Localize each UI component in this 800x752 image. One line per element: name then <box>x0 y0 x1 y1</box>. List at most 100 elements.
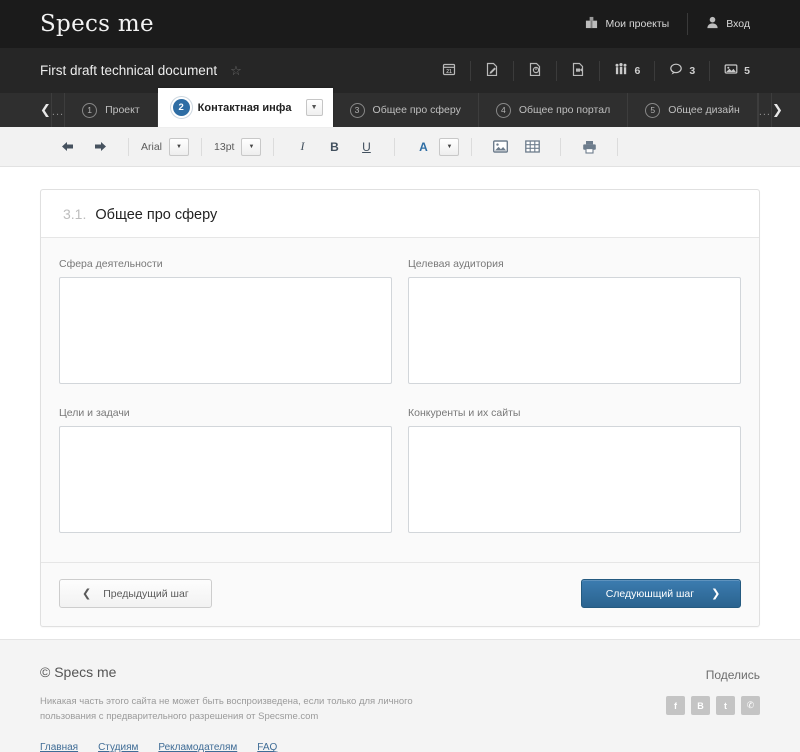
field-sphere-of-activity: Сфера деятельности <box>59 258 392 389</box>
tabs-prev-arrow[interactable]: ❮ <box>40 93 52 127</box>
form-row-1: Сфера деятельности Целевая аудитория <box>59 258 741 407</box>
comment-count-button[interactable]: 3 <box>654 60 709 81</box>
insert-image-icon[interactable] <box>489 136 511 158</box>
people-icon <box>614 62 628 79</box>
footer-share: Поделись f B t ✆ <box>666 664 760 752</box>
document-title: First draft technical document <box>40 63 218 78</box>
calendar-icon: 21 <box>442 62 456 79</box>
tabs-ellipsis-right[interactable]: ... <box>757 93 771 127</box>
next-step-button[interactable]: Следуюшщий шаг ❯ <box>581 579 741 608</box>
edit-document-icon-button[interactable] <box>470 60 513 81</box>
font-size-group[interactable]: 13pt ▼ <box>202 137 273 157</box>
vk-share-button[interactable]: B <box>691 696 710 715</box>
brand-logo[interactable]: Specs me <box>40 11 154 37</box>
people-count-button[interactable]: 6 <box>599 60 654 81</box>
document-video-icon-button[interactable] <box>556 60 599 81</box>
footer-copyright: Никакая часть этого сайта не может быть … <box>40 696 413 723</box>
underline-button[interactable]: U <box>355 136 377 158</box>
field-competitors-input[interactable] <box>408 426 741 533</box>
font-family-dropdown-icon[interactable]: ▼ <box>169 137 190 156</box>
document-bar: First draft technical document ☆ 21 6 3 … <box>0 48 800 93</box>
bold-button[interactable]: B <box>323 136 345 158</box>
tab-step-2[interactable]: 2 Контактная инфа ▼ <box>157 88 333 127</box>
page-footer: © Specs me Никакая часть этого сайта не … <box>0 639 800 752</box>
field-goals-and-tasks-input[interactable] <box>59 426 392 533</box>
field-target-audience: Целевая аудитория <box>408 258 741 389</box>
footer-link-studios[interactable]: Студиям <box>98 742 138 752</box>
comment-count: 3 <box>689 64 696 77</box>
nav-login-label: Вход <box>726 18 750 30</box>
insert-table-icon[interactable] <box>521 136 543 158</box>
share-title: Поделись <box>705 668 760 682</box>
livejournal-share-button[interactable]: ✆ <box>741 696 760 715</box>
field-sphere-of-activity-label: Сфера деятельности <box>59 258 163 270</box>
footer-links: Главная Студиям Рекламодателям FAQ <box>40 742 460 752</box>
tab-step-5[interactable]: 5 Общее дизайн <box>628 93 758 127</box>
font-size-dropdown-icon[interactable]: ▼ <box>241 137 262 156</box>
next-step-label: Следуюшщий шаг <box>605 587 695 600</box>
panel-title: Общее про сферу <box>95 207 218 223</box>
tab-step-2-label: Контактная инфа <box>197 101 292 114</box>
tabs-next-arrow[interactable]: ❯ <box>770 93 783 127</box>
nav-login[interactable]: Вход <box>687 13 768 35</box>
tab-step-1-label: Проект <box>105 104 140 116</box>
redo-icon[interactable] <box>89 136 111 158</box>
chevron-left-icon: ❮ <box>82 588 92 600</box>
people-count: 6 <box>634 64 641 77</box>
tab-step-1[interactable]: 1 Проект <box>65 93 158 127</box>
nav-my-projects-label: Мои проекты <box>605 18 670 30</box>
panel-body: Сфера деятельности Целевая аудитория Цел… <box>41 238 759 562</box>
undo-icon[interactable] <box>57 136 79 158</box>
twitter-share-button[interactable]: t <box>716 696 735 715</box>
form-row-2: Цели и задачи Конкуренты и их сайты <box>59 407 741 556</box>
tabs-ellipsis-left[interactable]: ... <box>52 93 66 127</box>
tab-step-3-number: 3 <box>349 102 365 118</box>
font-size-value: 13pt <box>214 140 235 153</box>
facebook-share-button[interactable]: f <box>666 696 685 715</box>
document-icon-group: 21 6 3 5 <box>428 60 764 81</box>
image-count-button[interactable]: 5 <box>709 60 764 81</box>
tab-step-4-label: Общее про портал <box>518 104 611 116</box>
calendar-icon-button[interactable]: 21 <box>428 61 470 81</box>
panel-section-number: 3.1. <box>63 206 87 222</box>
tab-step-3-label: Общее про сферу <box>372 104 461 116</box>
top-nav: Мои проекты Вход <box>567 0 768 48</box>
tab-step-5-number: 5 <box>645 102 661 118</box>
image-count: 5 <box>744 64 750 77</box>
document-time-icon <box>528 62 542 79</box>
previous-step-button[interactable]: ❮ Предыдущий шаг <box>59 579 212 608</box>
main-content: 3.1. Общее про сферу Сфера деятельности … <box>0 167 800 639</box>
nav-my-projects[interactable]: Мои проекты <box>567 13 687 35</box>
projects-icon <box>585 16 598 32</box>
footer-link-advertisers[interactable]: Рекламодателям <box>158 742 237 752</box>
footer-link-faq[interactable]: FAQ <box>257 742 277 752</box>
tab-step-4[interactable]: 4 Общее про портал <box>479 93 629 127</box>
field-target-audience-input[interactable] <box>408 277 741 384</box>
document-video-icon <box>571 62 585 79</box>
field-target-audience-label: Целевая аудитория <box>408 258 504 270</box>
favorite-star-icon[interactable]: ☆ <box>230 63 242 79</box>
text-color-dropdown-icon[interactable]: ▼ <box>439 137 460 156</box>
footer-link-home[interactable]: Главная <box>40 742 78 752</box>
top-header-bar: Specs me Мои проекты Вход <box>0 0 800 48</box>
editor-toolbar: Arial ▼ 13pt ▼ I B U A ▼ <box>0 127 800 167</box>
tab-step-3[interactable]: 3 Общее про сферу <box>333 93 479 127</box>
font-family-group[interactable]: Arial ▼ <box>129 137 201 157</box>
insert-group <box>472 137 560 157</box>
user-icon <box>706 16 719 32</box>
step-tab-bar: ❮ ... 1 Проект 2 Контактная инфа ▼ 3 Общ… <box>0 88 800 127</box>
chevron-down-icon[interactable]: ▼ <box>305 99 323 116</box>
panel-header: 3.1. Общее про сферу <box>41 190 759 238</box>
footer-left: © Specs me Никакая часть этого сайта не … <box>40 664 460 752</box>
document-time-icon-button[interactable] <box>513 60 556 81</box>
text-color-button[interactable]: A <box>412 136 434 158</box>
print-icon[interactable] <box>578 136 600 158</box>
text-style-group: I B U <box>274 137 394 157</box>
share-buttons: f B t ✆ <box>666 696 760 715</box>
print-group <box>561 137 617 157</box>
text-color-group[interactable]: A ▼ <box>395 137 471 157</box>
italic-button[interactable]: I <box>291 136 313 158</box>
svg-text:21: 21 <box>447 69 453 75</box>
field-goals-and-tasks-label: Цели и задачи <box>59 407 130 419</box>
field-sphere-of-activity-input[interactable] <box>59 277 392 384</box>
